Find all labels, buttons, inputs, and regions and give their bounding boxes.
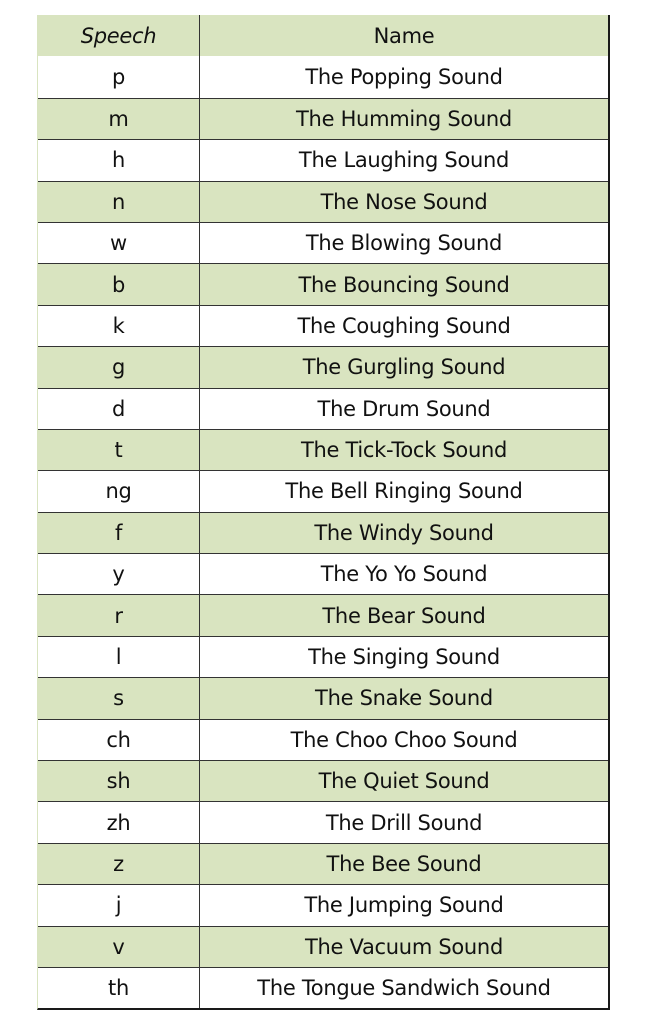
- table-row: k The Coughing Sound: [38, 304, 608, 347]
- table-row: zh The Drill Sound: [38, 801, 608, 843]
- table-row: w The Blowing Sound: [38, 221, 608, 264]
- speech-cell: s: [38, 678, 200, 719]
- speech-cell: v: [38, 926, 200, 967]
- name-cell: The Windy Sound: [314, 520, 494, 545]
- name-cell: The Drum Sound: [317, 396, 491, 421]
- name-cell: The Humming Sound: [296, 106, 512, 131]
- name-cell: The Tick-Tock Sound: [300, 438, 508, 463]
- speech-cell: z: [38, 843, 200, 885]
- table-row: s The Snake Sound: [38, 677, 608, 719]
- speech-cell: w: [38, 222, 200, 264]
- name-cell: The Bouncing Sound: [298, 272, 510, 297]
- table-row: h The Laughing Sound: [38, 139, 608, 181]
- name-cell: The Bee Sound: [326, 852, 482, 876]
- speech-cell: m: [38, 98, 200, 140]
- speech-cell: j: [38, 885, 200, 926]
- table-row: r The Bear Sound: [38, 594, 608, 636]
- speech-cell: t: [38, 429, 200, 471]
- speech-cell: f: [38, 512, 200, 554]
- speech-cell: g: [38, 347, 200, 388]
- name-cell: The Bell Ringing Sound: [285, 479, 523, 504]
- table-row: j The Jumping Sound: [38, 884, 608, 926]
- name-cell: The Bear Sound: [322, 603, 486, 628]
- table-body: p The Popping Sound m The Humming Sound h The…: [38, 56, 608, 1009]
- table-row: n The Nose Sound: [38, 180, 608, 222]
- speech-cell: p: [38, 56, 200, 98]
- name-cell: The Quiet Sound: [318, 769, 490, 794]
- name-cell: The Choo Choo Sound: [290, 727, 518, 752]
- table-row: g The Gurgling Sound: [38, 346, 608, 388]
- header-name: Name: [373, 23, 435, 48]
- speech-cell: th: [38, 967, 200, 1009]
- table-row: z The Bee Sound: [38, 842, 608, 885]
- table-row: p The Popping Sound: [38, 56, 608, 98]
- name-cell: The Singing Sound: [308, 645, 500, 670]
- speech-cell: d: [38, 388, 200, 429]
- speech-cell: b: [38, 264, 200, 305]
- table-row: l The Singing Sound: [38, 635, 608, 678]
- name-cell: The Tongue Sandwich Sound: [257, 976, 551, 1001]
- table-row: y The Yo Yo Sound: [38, 553, 608, 595]
- table-row: sh The Quiet Sound: [38, 760, 608, 802]
- name-cell: The Snake Sound: [315, 686, 493, 711]
- name-cell: The Laughing Sound: [298, 148, 510, 173]
- table-row: th The Tongue Sandwich Sound: [38, 966, 608, 1009]
- speech-sounds-table: Speech Name p The Popping Sound m The Hummi…: [37, 15, 610, 1011]
- table-row: ng The Bell Ringing Sound: [38, 470, 608, 512]
- speech-cell: y: [38, 554, 200, 595]
- table-row: m The Humming Sound: [38, 97, 608, 140]
- name-cell: The Gurgling Sound: [302, 355, 506, 380]
- speech-cell: sh: [38, 761, 200, 802]
- table-row: b The Bouncing Sound: [38, 263, 608, 305]
- header-speech: Speech: [38, 15, 200, 57]
- speech-cell: h: [38, 140, 200, 181]
- table-header-row: Speech Name: [38, 15, 608, 57]
- table-row: d The Drum Sound: [38, 387, 608, 429]
- table-row: v The Vacuum Sound: [38, 925, 608, 967]
- speech-cell: k: [38, 305, 200, 347]
- speech-cell: ng: [38, 471, 200, 512]
- table-row: t The Tick-Tock Sound: [38, 428, 608, 471]
- name-cell: The Drill Sound: [325, 810, 483, 835]
- speech-cell: l: [38, 636, 200, 678]
- name-cell: The Blowing Sound: [305, 231, 503, 256]
- speech-cell: ch: [38, 719, 200, 761]
- name-cell: The Nose Sound: [320, 189, 488, 214]
- name-cell: The Yo Yo Sound: [320, 562, 488, 587]
- speech-cell: n: [38, 181, 200, 222]
- speech-cell: r: [38, 595, 200, 636]
- name-cell: The Coughing Sound: [297, 313, 511, 338]
- table-row: f The Windy Sound: [38, 511, 608, 554]
- speech-cell: zh: [38, 802, 200, 843]
- name-cell: The Vacuum Sound: [305, 934, 503, 959]
- name-cell: The Jumping Sound: [304, 893, 504, 918]
- table-row: ch The Choo Choo Sound: [38, 718, 608, 761]
- name-cell: The Popping Sound: [305, 65, 503, 90]
